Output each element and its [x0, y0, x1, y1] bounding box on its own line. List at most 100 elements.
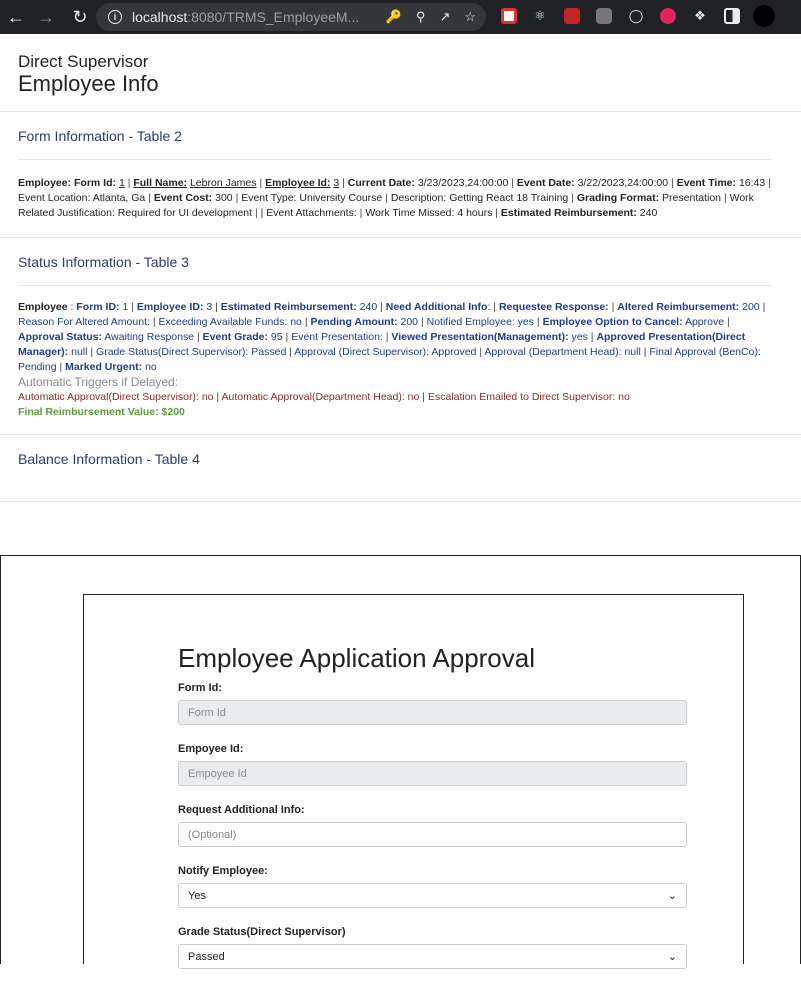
extension-red-icon[interactable]: [561, 5, 583, 27]
reload-icon[interactable]: ↻: [68, 5, 92, 29]
role-title: Direct Supervisor: [18, 52, 149, 71]
form-id-label: Form ID:: [76, 301, 120, 313]
event-date-value: 3/22/2023,24:00:00: [577, 177, 669, 189]
approval-department-head: Approval (Department Head): null: [484, 346, 641, 358]
triggers-title: Automatic Triggers if Delayed:: [18, 375, 179, 389]
employee-id-label: Employee ID:: [136, 301, 204, 313]
reason-altered: Reason For Altered Amount:: [18, 316, 150, 328]
automatic-triggers: Automatic Approval(Direct Supervisor): n…: [18, 391, 630, 403]
final-reimbursement-value: Final Reimbursement Value: $200: [18, 406, 185, 418]
estimated-reimbursement-label: Estimated Reimbursement:: [500, 207, 637, 219]
zoom-icon[interactable]: ⚲: [416, 9, 426, 25]
form-id-value: 1: [122, 301, 129, 313]
additional-info-label: Request Additional Info:: [178, 804, 305, 816]
notified-employee: Notified Employee: yes: [426, 316, 534, 328]
viewed-presentation-label: Viewed Presentation(Management):: [391, 331, 569, 343]
employee-id-link[interactable]: 3: [333, 177, 339, 189]
balance-information-section: Balance Information - Table 4: [0, 435, 801, 502]
form-id-input[interactable]: Form Id: [178, 700, 687, 725]
grade-status-select[interactable]: Passed ⌄: [178, 944, 687, 969]
grade-status: Grade Status(Direct Supervisor): Passed: [96, 346, 287, 358]
bookmark-star-icon[interactable]: ☆: [464, 9, 476, 25]
event-location: Event Location: Atlanta, Ga: [18, 192, 146, 204]
event-date-label: Event Date:: [516, 177, 575, 189]
employee-label: Employee: [18, 301, 68, 313]
marked-urgent-label: Marked Urgent:: [65, 361, 143, 373]
page-content: Direct Supervisor Employee Info Form Inf…: [0, 34, 801, 502]
extension-glasses-icon[interactable]: [657, 5, 679, 27]
site-info-icon[interactable]: i: [108, 10, 122, 24]
estimated-reimbursement-value: 240: [639, 207, 658, 219]
form-id-label: Employee: Form Id:: [18, 177, 117, 189]
event-type: Event Type: University Course: [241, 192, 383, 204]
event-time-value: 16:43: [738, 177, 766, 189]
side-panel-icon[interactable]: [721, 5, 743, 27]
section-title: Balance Information - Table 4: [18, 451, 200, 467]
approval-direct-supervisor: Approval (Direct Supervisor): Approved: [294, 346, 477, 358]
work-time-missed: Work Time Missed: 4 hours: [365, 207, 493, 219]
page-title: Employee Info: [18, 71, 159, 96]
pending-amount-label: Pending Amount:: [310, 316, 398, 328]
altered-reimbursement-value: 200: [742, 301, 760, 313]
form-information-details: Employee: Form Id: 1 | Full Name: Lebron…: [18, 177, 771, 219]
estimated-reimbursement-label: Estimated Reimbursement:: [220, 301, 357, 313]
chevron-down-icon: ⌄: [667, 951, 677, 963]
approval-status-label: Approval Status:: [18, 331, 103, 343]
current-date-value: 3/23/2023,24:00:00: [417, 177, 509, 189]
notify-employee-value: Yes: [188, 889, 206, 902]
approval-status-value: Awaiting Response: [104, 331, 195, 343]
altered-reimbursement-label: Altered Reimbursement:: [617, 301, 740, 313]
event-cost-value: 300: [215, 192, 233, 204]
grading-format-value: Presentation: [662, 192, 722, 204]
event-cost-label: Event Cost:: [153, 192, 213, 204]
need-info-label: Need Additional Info: [385, 301, 488, 313]
status-information-details: Employee : Form ID: 1 | Employee ID: 3 |…: [18, 286, 771, 434]
forward-icon[interactable]: →: [34, 5, 58, 29]
auto-approval-ds: Automatic Approval(Direct Supervisor): n…: [18, 391, 214, 403]
grading-format-label: Grading Format:: [576, 192, 660, 204]
employee-id-input[interactable]: Empoyee Id: [178, 761, 687, 786]
extensions-puzzle-icon[interactable]: ❖: [689, 5, 711, 27]
event-time-label: Event Time:: [676, 177, 737, 189]
form-id-label: Form Id:: [178, 682, 222, 694]
additional-info-input[interactable]: (Optional): [178, 822, 687, 847]
pending-amount-value: 200: [400, 316, 419, 328]
approved-presentation-value: null: [71, 346, 88, 358]
requestee-response-label: Requestee Response:: [498, 301, 609, 313]
browser-toolbar: ← → ↻ i localhost:8080/TRMS_EmployeeM...…: [0, 0, 801, 34]
event-grade-value: 95: [270, 331, 283, 343]
address-bar[interactable]: i localhost:8080/TRMS_EmployeeM... 🔑 ⚲ ↗…: [96, 3, 486, 31]
current-date-label: Current Date:: [347, 177, 415, 189]
event-grade-label: Event Grade:: [202, 331, 268, 343]
form-id-link[interactable]: 1: [119, 177, 125, 189]
event-attachments: | Event Attachments:: [260, 207, 357, 219]
notify-employee-label: Notify Employee:: [178, 865, 268, 877]
full-name-label[interactable]: Full Name:: [133, 177, 187, 189]
notify-employee-select[interactable]: Yes ⌄: [178, 883, 687, 908]
extension-video-icon[interactable]: [593, 5, 615, 27]
section-title: Form Information - Table 2: [18, 112, 771, 160]
grade-status-value: Passed: [188, 950, 225, 963]
full-name-link[interactable]: Lebron James: [190, 177, 257, 189]
employee-id-label: Empoyee Id:: [178, 743, 244, 755]
estimated-reimbursement-value: 240: [359, 301, 378, 313]
viewed-presentation-value: yes: [571, 331, 588, 343]
event-presentation: Event Presentation:: [291, 331, 383, 343]
back-icon[interactable]: ←: [4, 5, 28, 29]
option-cancel-label: Employee Option to Cancel:: [542, 316, 683, 328]
extension-shield-icon[interactable]: [498, 5, 520, 27]
event-description: Description: Getting React 18 Training: [390, 192, 569, 204]
section-title: Status Information - Table 3: [18, 238, 771, 286]
page-header: Direct Supervisor Employee Info: [0, 34, 801, 112]
form-title: Employee Application Approval: [178, 643, 536, 673]
extension-react-icon[interactable]: ⚛: [529, 5, 551, 27]
employee-id-label[interactable]: Employee Id:: [265, 177, 330, 189]
profile-avatar-icon[interactable]: [753, 5, 775, 27]
share-icon[interactable]: ↗: [439, 9, 450, 25]
extension-loading-icon[interactable]: ◯: [625, 5, 647, 27]
escalation-email: Escalation Emailed to Direct Supervisor:…: [427, 391, 630, 403]
key-icon[interactable]: 🔑: [386, 9, 402, 25]
marked-urgent-value: no: [145, 361, 157, 373]
form-information-section: Form Information - Table 2 Employee: For…: [0, 112, 801, 238]
option-cancel-value: Approve: [684, 316, 725, 328]
